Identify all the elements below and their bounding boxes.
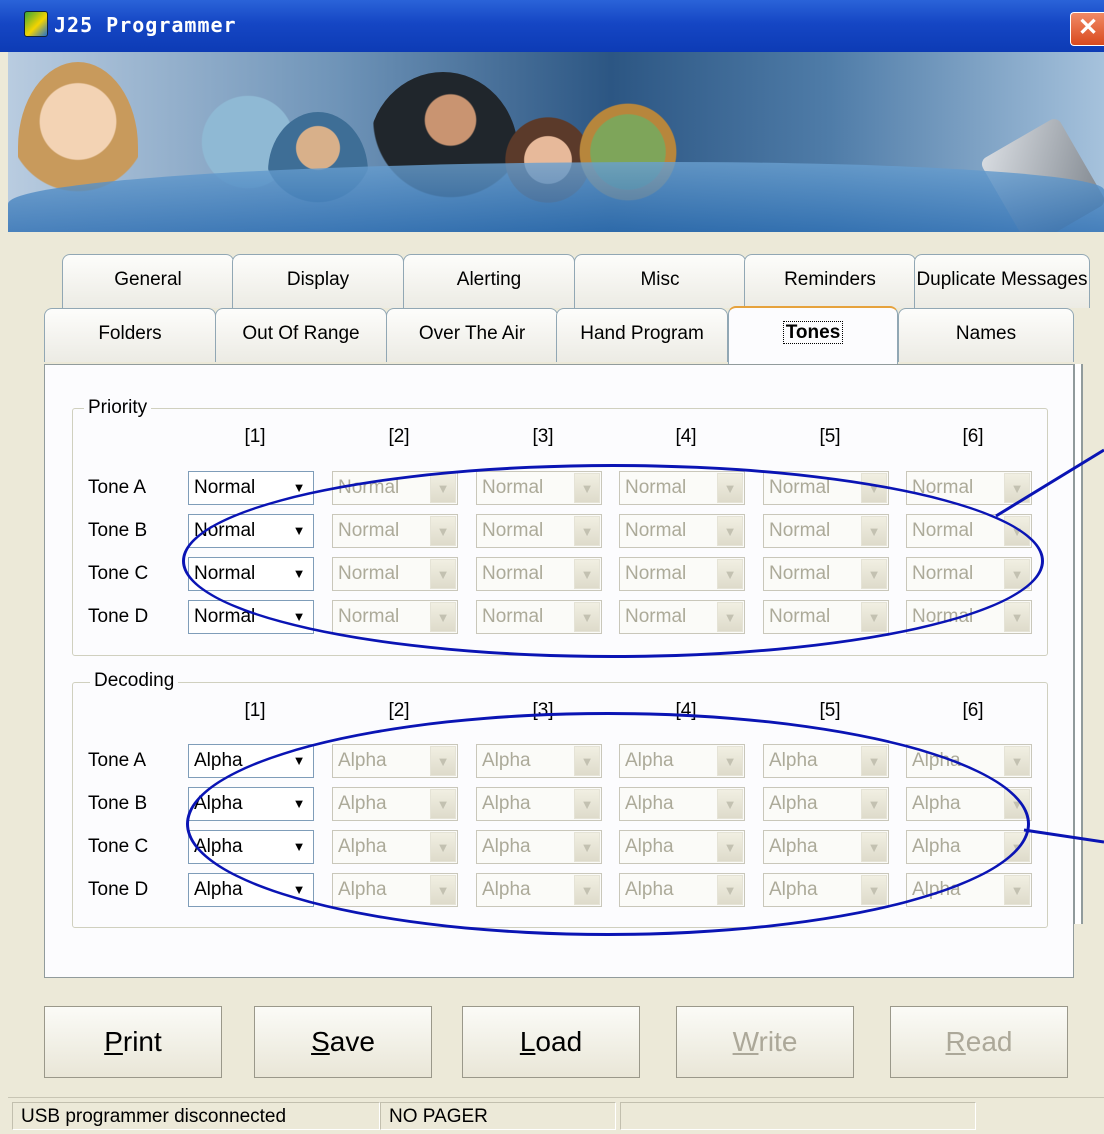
- write-button[interactable]: Write: [676, 1006, 854, 1078]
- decoding-column-header: [1]: [244, 700, 266, 721]
- decoding-row-label: Tone B: [88, 793, 148, 814]
- window-title: J25 Programmer: [54, 13, 237, 37]
- priority-column-header: [3]: [532, 426, 554, 447]
- status-pager: NO PAGER: [380, 1102, 616, 1130]
- tab-over-the-air[interactable]: Over The Air: [386, 308, 558, 362]
- priority-column-header: [5]: [819, 426, 841, 447]
- decoding-column-header: [5]: [819, 700, 841, 721]
- tab-display[interactable]: Display: [232, 254, 404, 308]
- priority-row-label: Tone C: [88, 563, 149, 584]
- annotation-ellipse-priority: [182, 464, 1044, 658]
- status-extra: [620, 1102, 976, 1130]
- tab-folders[interactable]: Folders: [44, 308, 216, 362]
- status-connection: USB programmer disconnected: [12, 1102, 380, 1130]
- close-button[interactable]: ✕: [1070, 12, 1104, 46]
- tab-reminders[interactable]: Reminders: [744, 254, 916, 308]
- priority-group-title: Priority: [84, 397, 152, 419]
- priority-row-label: Tone D: [88, 606, 149, 627]
- tab-tones-label: Tones: [782, 321, 844, 344]
- decoding-row-label: Tone C: [88, 836, 149, 857]
- tab-duplicate-messages[interactable]: Duplicate Messages: [914, 254, 1090, 308]
- tab-general[interactable]: General: [62, 254, 234, 308]
- decoding-row-label: Tone D: [88, 879, 149, 900]
- priority-column-header: [6]: [962, 426, 984, 447]
- annotation-lines: [995, 448, 1104, 844]
- priority-tone-value: Normal: [194, 477, 256, 498]
- status-bar: USB programmer disconnected NO PAGER: [8, 1097, 1104, 1134]
- decoding-column-header: [6]: [962, 700, 984, 721]
- read-button[interactable]: Read: [890, 1006, 1068, 1078]
- tab-out-of-range[interactable]: Out Of Range: [215, 308, 387, 362]
- priority-column-header: [2]: [388, 426, 410, 447]
- title-bar[interactable]: J25 Programmer ✕: [0, 0, 1104, 52]
- decoding-tone-value: Alpha: [194, 750, 243, 771]
- app-icon: [24, 11, 48, 37]
- priority-row-label: Tone B: [88, 520, 148, 541]
- load-button[interactable]: Load: [462, 1006, 640, 1078]
- decoding-row-label: Tone A: [88, 750, 147, 771]
- tab-names[interactable]: Names: [898, 308, 1074, 362]
- tab-misc[interactable]: Misc: [574, 254, 746, 308]
- tab-alerting[interactable]: Alerting: [403, 254, 575, 308]
- tab-tones[interactable]: Tones: [728, 306, 898, 364]
- priority-column-header: [4]: [675, 426, 697, 447]
- decoding-tone-value: Alpha: [194, 879, 243, 900]
- print-button[interactable]: Print: [44, 1006, 222, 1078]
- save-button[interactable]: Save: [254, 1006, 432, 1078]
- tab-hand-program[interactable]: Hand Program: [556, 308, 728, 362]
- priority-row-label: Tone A: [88, 477, 147, 498]
- priority-column-header: [1]: [244, 426, 266, 447]
- decoding-group-title: Decoding: [90, 670, 179, 692]
- chevron-down-icon[interactable]: ▼: [1004, 875, 1030, 905]
- banner-image: [8, 52, 1104, 232]
- annotation-ellipse-decoding: [186, 712, 1030, 936]
- decoding-column-header: [2]: [388, 700, 410, 721]
